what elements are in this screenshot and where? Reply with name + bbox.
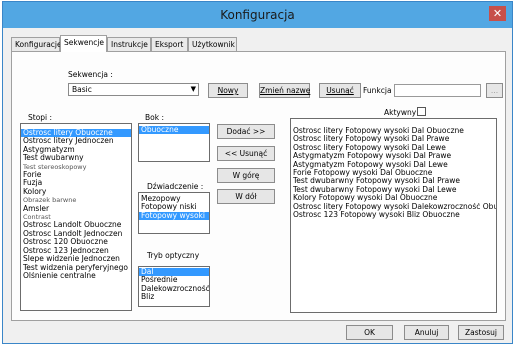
steps-list-item[interactable]: Astygmatyzm [21,146,131,154]
steps-list-item[interactable]: Ostrosc 123 Jednoczen [21,247,131,255]
steps-list-item[interactable]: Slepe widzenie Jednoczen [21,255,131,263]
steps-list[interactable]: Ostrosc litery Obuoczne Ostrosc litery Je… [20,123,132,311]
checkbox-icon[interactable] [417,107,426,116]
chevron-down-icon: ▼ [190,85,196,93]
optical-label: Tryb optyczny [147,251,200,260]
steps-list-item[interactable]: Ostrosc litery Jednoczen [21,137,131,145]
sequence-item[interactable]: Ostrosc litery Fotopowy wysoki Dal Prawe [291,135,496,143]
eye-list-item[interactable]: Obuoczne [139,126,209,135]
visibility-list-item[interactable]: Fotopowy wysoki [139,211,209,221]
optical-mode-item[interactable]: Dalekowzroczność [139,285,209,293]
visibility-list-item[interactable]: Fotopowy niski [139,203,209,211]
optical-mode-list[interactable]: Dal Pośrednie Dalekowzroczność Bliz [138,266,210,307]
function-input[interactable] [394,84,481,97]
visibility-list[interactable]: Mezopowy Fotopowy niski Fotopowy wysoki [138,192,210,234]
browse-button[interactable]: ... [486,83,503,98]
sequence-item[interactable]: Astygmatyzm Fotopowy wysoki Dal Lewe [291,161,496,169]
optical-mode-item[interactable]: Dal [139,268,209,277]
sequence-item[interactable]: Astygmatyzm Fotopowy wysoki Dal Prawe [291,152,496,160]
steps-list-item[interactable]: Test stereoskopowy [21,163,131,171]
tab-export[interactable]: Eksport [151,37,188,51]
steps-list-item[interactable]: Test dwubarwny [21,154,131,162]
function-label: Funkcja : [363,86,397,95]
tab-configurations[interactable]: Konfiguracje [11,37,62,51]
ok-button[interactable]: OK [346,325,393,340]
move-up-button[interactable]: W górę [217,168,275,183]
eye-list[interactable]: Obuoczne [138,123,210,162]
sequence-items-list[interactable]: Ostrosc litery Fotopowy wysoki Dal Obuoc… [290,118,497,313]
visibility-label: Dźwiadczenie : [147,182,204,191]
steps-list-item[interactable]: Fuzja [21,179,131,187]
sequence-item[interactable]: Test dwubarwny Fotopowy wysoki Dal Prawe [291,177,496,185]
tab-sequences[interactable]: Sekwencje [60,35,107,52]
move-down-button[interactable]: W dół [217,189,275,204]
visibility-list-item[interactable]: Mezopowy [139,195,209,203]
title-bar[interactable]: Konfiguracja ✕ [3,2,512,28]
sequence-item[interactable]: Ostrosc litery Fotopowy wysoki Dal Obuoc… [291,127,496,135]
steps-list-item[interactable]: Ostrosc litery Obuoczne [21,129,131,138]
sequence-panel: Sekwencja : Basic ▼ Nowy Zmień nazwę Usu… [11,51,506,321]
steps-list-item[interactable]: Kolory [21,188,131,196]
steps-list-item[interactable]: Obrazek barwne [21,196,131,204]
steps-list-item[interactable]: Forie [21,171,131,179]
optical-mode-item[interactable]: Pośrednie [139,276,209,284]
active-label: Aktywny! [384,108,420,117]
window-title: Konfiguracja [220,8,295,22]
sequence-item[interactable]: Ostrosc litery Fotopowy wysoki Dal Lewe [291,144,496,152]
remove-button[interactable]: << Usunąć [217,146,275,161]
steps-list-item[interactable]: Amsler [21,205,131,213]
optical-mode-item[interactable]: Bliz [139,293,209,301]
eye-label: Bok : [145,113,164,122]
close-icon[interactable]: ✕ [489,6,506,21]
rename-button[interactable]: Zmień nazwę [259,83,310,98]
apply-button[interactable]: Zastosuj [458,325,504,340]
new-button[interactable]: Nowy [208,83,248,98]
steps-list-item[interactable]: Ostrosc 120 Obuoczne [21,238,131,246]
sequence-item[interactable]: Ostrosc 123 Fotopowy wysoki Bliz Obuoczn… [291,211,496,219]
cancel-button[interactable]: Anuluj [404,325,449,340]
delete-button[interactable]: Usunąć [319,83,361,98]
sequence-item[interactable]: Forie Fotopowy wysoki Dal Obuoczne [291,169,496,177]
sequence-label: Sekwencja : [68,70,113,79]
sequence-item[interactable]: Test dwubarwny Fotopowy wysoki Dal Lewe [291,186,496,194]
steps-list-item[interactable]: Olśnienie centralne [21,272,131,280]
steps-list-item[interactable]: Ostrosc Landolt Obuoczne [21,221,131,229]
tab-instructions[interactable]: Instrukcje [107,37,151,51]
tab-user[interactable]: Użytkownik [188,37,237,51]
sequence-select-value: Basic [72,85,92,94]
steps-list-item[interactable]: Contrast [21,213,131,221]
sequence-item[interactable]: Ostrosc litery Fotopowy wysoki Dalekowzr… [291,203,496,211]
sequence-select[interactable]: Basic ▼ [68,83,199,96]
steps-list-item[interactable]: Test widzenia peryferyjnego [21,264,131,272]
steps-list-item[interactable]: Ostrosc Landolt Jednoczen [21,230,131,238]
sequence-item[interactable]: Kolory Fotopowy wysoki Dal Obuoczne [291,194,496,202]
add-button[interactable]: Dodać >> [217,124,275,139]
steps-label: Stopi : [28,113,53,122]
config-window: Konfiguracja ✕ Konfiguracje Sekwencje In… [2,1,513,344]
